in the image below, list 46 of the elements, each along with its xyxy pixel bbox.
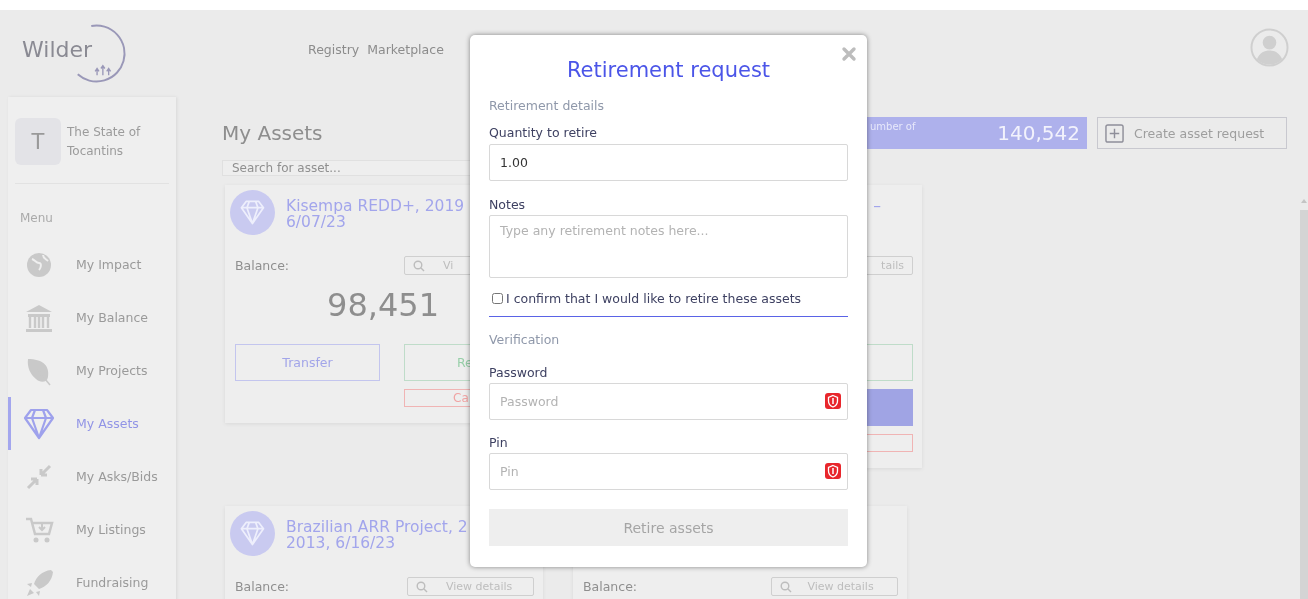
page-title: My Assets [222,121,323,145]
logo-text: Wilder [22,37,93,62]
modal-title: Retirement request [565,57,772,84]
section-heading: Retirement details [489,98,605,114]
pin-field[interactable]: Pin [489,453,848,490]
sidebar-item[interactable]: My Impact [8,238,176,291]
notes-field[interactable]: Type any retirement notes here... [489,215,848,278]
sidebar-item[interactable]: My Projects [8,344,176,397]
search-icon [416,580,428,593]
search-icon [780,580,792,593]
field-label: Quantity to retire [489,125,597,141]
profile-initial: T [15,118,61,165]
menu-heading: Menu [19,210,54,227]
sidebar-item[interactable]: My Assets [8,397,176,450]
user-avatar-icon[interactable] [1250,28,1289,67]
confirm-label: I confirm that I would like to retire these assets [506,290,802,306]
field-label: Notes [489,197,526,213]
sidebar-item[interactable]: My Asks/Bids [8,450,176,503]
confirm-checkbox[interactable] [492,292,503,304]
sidebar-item[interactable]: Fundraising [8,556,176,599]
asset-title: – [873,198,881,214]
asset-title: Brazilian ARR Project, 2 2013, 6/16/23 [286,519,468,551]
search-icon [413,259,425,272]
balance-label: Balance: [235,258,290,273]
balance-label: Balance: [235,579,290,594]
password-field[interactable]: Password [489,383,848,420]
create-asset-button[interactable]: Create asset request [1097,117,1287,149]
shield-icon[interactable] [825,463,841,479]
diamond-icon [23,407,55,440]
sidebar-item[interactable]: My Balance [8,291,176,344]
field-label: Pin [489,435,508,451]
quantity-field[interactable]: 1.00 [489,144,848,181]
profile-name: The State of Tocantins [67,123,142,160]
balance-amount: 98,451 [327,286,439,324]
total-label: umber of [870,121,916,132]
nav-link[interactable]: Registry [308,42,360,57]
transfer-button[interactable]: Transfer [235,344,380,381]
balance-label: Balance: [583,579,638,594]
close-icon[interactable] [841,46,857,62]
shield-icon[interactable] [825,393,841,409]
asset-title: Kisempa REDD+, 2019 6/07/23 [286,198,465,230]
plus-square-icon [1105,123,1124,143]
sidebar-item[interactable]: My Listings [8,503,176,556]
total-value: 140,542 [997,121,1080,145]
scroll-up-icon[interactable] [1300,198,1308,204]
nav-link[interactable]: Marketplace [367,42,444,57]
